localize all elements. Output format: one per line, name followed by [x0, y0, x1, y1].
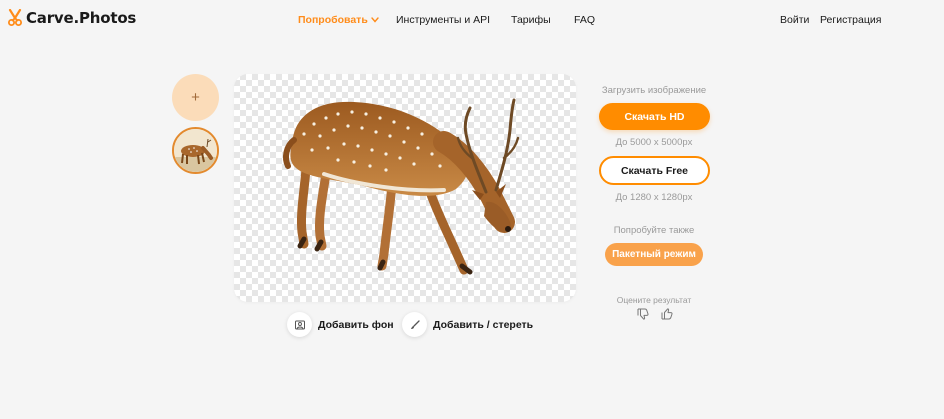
deer-cutout-image	[283, 98, 520, 275]
free-size-note: До 1280 x 1280px	[615, 192, 693, 203]
add-erase-label: Добавить / стереть	[433, 318, 534, 331]
rate-result-label: Оцените результат	[616, 295, 692, 305]
nav-try-dropdown[interactable]: Попробовать	[298, 13, 379, 27]
nav-tools-api[interactable]: Инструменты и API	[396, 13, 490, 27]
image-layers-icon	[294, 320, 305, 329]
chevron-down-icon	[371, 17, 379, 23]
add-background-icon-wrap	[287, 312, 312, 337]
upload-label: Загрузить изображение	[601, 85, 707, 96]
add-erase-tool[interactable]: Добавить / стереть	[402, 312, 533, 337]
header: Carve.Photos Попробовать Инструменты и A…	[0, 0, 944, 40]
register-link[interactable]: Регистрация	[820, 13, 881, 27]
add-erase-icon-wrap	[402, 312, 427, 337]
add-background-label: Добавить фон	[318, 318, 394, 331]
hd-size-note: До 5000 x 5000px	[615, 137, 693, 148]
download-free-button[interactable]: Скачать Free	[599, 156, 710, 185]
nav-prices[interactable]: Тарифы	[511, 13, 551, 27]
nav-faq[interactable]: FAQ	[574, 13, 595, 27]
nav-try-label: Попробовать	[298, 14, 368, 26]
add-background-tool[interactable]: Добавить фон	[287, 312, 394, 337]
try-also-label: Попробуйте также	[613, 225, 695, 236]
brush-icon	[410, 319, 420, 329]
plus-icon: +	[191, 89, 200, 106]
deer-thumbnail-image	[174, 129, 217, 172]
login-link[interactable]: Войти	[780, 13, 809, 27]
image-preview-canvas[interactable]	[234, 74, 576, 302]
main-nav: Попробовать Инструменты и API Тарифы FAQ…	[0, 13, 944, 27]
thumbs-down-icon[interactable]	[636, 307, 650, 321]
download-hd-button[interactable]: Скачать HD	[599, 103, 710, 130]
batch-mode-button[interactable]: Пакетный режим	[605, 243, 703, 266]
image-thumbnail[interactable]	[172, 127, 219, 174]
rating-buttons	[636, 307, 674, 321]
add-image-button[interactable]: +	[172, 74, 219, 121]
thumbs-up-icon[interactable]	[660, 307, 674, 321]
